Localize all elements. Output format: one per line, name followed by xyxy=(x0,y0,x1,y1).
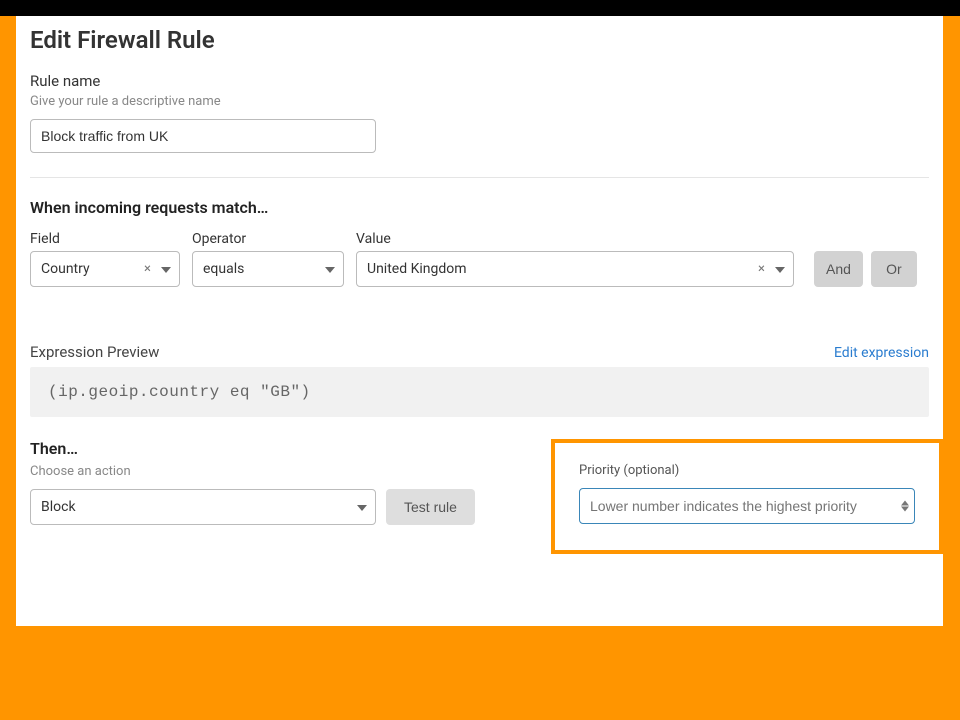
chevron-down-icon xyxy=(357,499,367,515)
action-hint: Choose an action xyxy=(30,464,475,479)
operator-label: Operator xyxy=(192,231,344,247)
rule-name-hint: Give your rule a descriptive name xyxy=(30,94,929,109)
condition-row: Field Country × Operator equals Value Un… xyxy=(30,231,929,287)
top-black-bar xyxy=(0,0,960,16)
expression-preview-box: (ip.geoip.country eq "GB") xyxy=(30,367,929,417)
value-clear-icon[interactable]: × xyxy=(758,262,765,277)
rule-name-input[interactable] xyxy=(30,119,376,153)
field-select[interactable]: Country × xyxy=(30,251,180,287)
divider xyxy=(30,177,929,178)
expression-preview-label: Expression Preview xyxy=(30,343,159,361)
rule-name-label: Rule name xyxy=(30,72,929,90)
value-select[interactable]: United Kingdom × xyxy=(356,251,794,287)
field-label: Field xyxy=(30,231,180,247)
page-title: Edit Firewall Rule xyxy=(30,26,929,54)
chevron-down-icon xyxy=(161,261,171,277)
operator-select[interactable]: equals xyxy=(192,251,344,287)
match-heading: When incoming requests match… xyxy=(30,198,929,217)
chevron-down-icon xyxy=(775,261,785,277)
action-select[interactable]: Block xyxy=(30,489,376,525)
priority-label: Priority (optional) xyxy=(579,463,915,478)
action-select-value: Block xyxy=(41,499,76,515)
field-clear-icon[interactable]: × xyxy=(144,262,151,277)
test-rule-button[interactable]: Test rule xyxy=(386,489,475,525)
then-heading: Then… xyxy=(30,439,475,458)
operator-select-value: equals xyxy=(203,261,244,277)
priority-highlight-box: Priority (optional) xyxy=(551,439,943,554)
and-button[interactable]: And xyxy=(814,251,863,287)
chevron-down-icon xyxy=(325,261,335,277)
value-select-value: United Kingdom xyxy=(367,261,467,277)
or-button[interactable]: Or xyxy=(871,251,917,287)
field-select-value: Country xyxy=(41,261,90,277)
priority-input[interactable] xyxy=(579,488,915,524)
edit-firewall-rule-page: Edit Firewall Rule Rule name Give your r… xyxy=(16,16,943,626)
edit-expression-link[interactable]: Edit expression xyxy=(834,345,929,361)
value-label: Value xyxy=(356,231,794,247)
